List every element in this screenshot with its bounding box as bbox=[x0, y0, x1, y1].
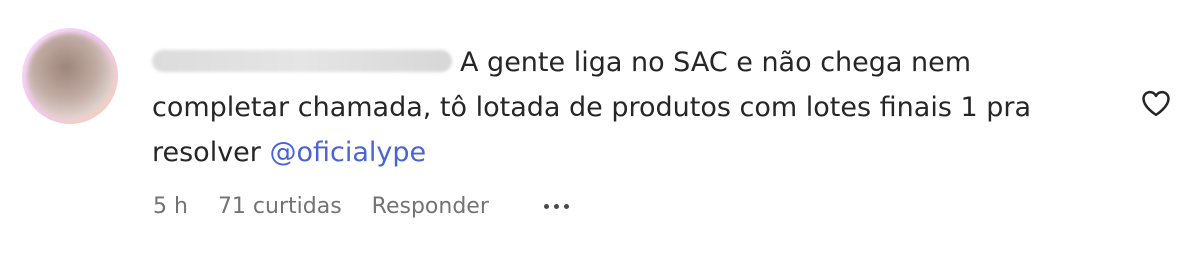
avatar-image bbox=[27, 33, 113, 119]
comment-meta: 5 h 71 curtidas Responder bbox=[153, 194, 569, 219]
comment-time: 5 h bbox=[153, 194, 188, 219]
comment-body: A gente liga no SAC e não chega nem comp… bbox=[152, 40, 1092, 175]
likes-count[interactable]: 71 curtidas bbox=[218, 194, 342, 219]
heart-outline-icon[interactable] bbox=[1141, 89, 1171, 117]
avatar[interactable] bbox=[22, 28, 118, 124]
comment-text: A gente liga no SAC e não chega nem comp… bbox=[152, 40, 1092, 175]
username-blurred[interactable] bbox=[152, 50, 452, 72]
mention-link[interactable]: @oficialype bbox=[269, 137, 426, 168]
comment: A gente liga no SAC e não chega nem comp… bbox=[0, 0, 1200, 261]
more-options-icon[interactable] bbox=[543, 200, 569, 213]
reply-button[interactable]: Responder bbox=[372, 194, 489, 219]
